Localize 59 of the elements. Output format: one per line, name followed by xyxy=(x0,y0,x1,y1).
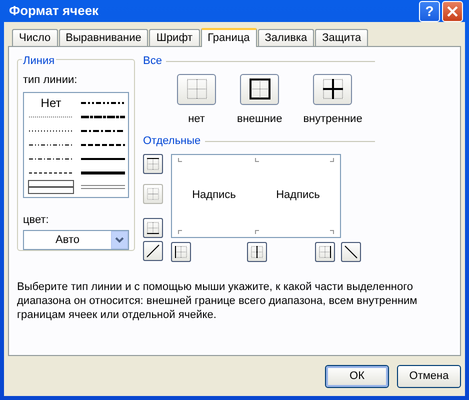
preview-text: Надпись xyxy=(192,188,236,204)
line-style-sample xyxy=(81,128,125,132)
border-toggle-button[interactable] xyxy=(143,154,163,174)
tab[interactable]: Защита xyxy=(315,29,368,46)
help-text: Выберите тип линии и с помощью мыши укажите, к какой части выделенного диапазона он относится: внешней границе всего диапазона, всем внутренним границам ячеек или отдельной ячейке. xyxy=(17,280,418,322)
border-toggle-button[interactable] xyxy=(341,242,361,262)
border-toggle-button[interactable] xyxy=(143,218,163,238)
border-line-icon xyxy=(146,156,160,170)
line-style-sample xyxy=(29,184,73,188)
line-style-sample xyxy=(81,114,125,118)
border-toggle-button[interactable] xyxy=(143,240,163,260)
dialog-button[interactable]: ОК xyxy=(325,365,389,388)
color-dropdown[interactable]: Авто xyxy=(23,230,129,250)
field-label: цвет: xyxy=(23,212,50,228)
help-button[interactable]: ? xyxy=(419,0,440,22)
line-style-sample xyxy=(29,128,73,132)
window-title: Формат ячеек xyxy=(9,2,100,20)
border-toggle-button[interactable] xyxy=(247,242,267,262)
section-title: Отдельные xyxy=(143,134,201,149)
grid-icon xyxy=(184,77,208,101)
tab[interactable]: Выравнивание xyxy=(58,29,148,46)
line-style-sample xyxy=(81,184,125,188)
border-line-icon xyxy=(318,244,332,258)
line-style-sample xyxy=(29,170,73,174)
close-button[interactable] xyxy=(442,0,463,22)
line-style-sample xyxy=(81,142,125,146)
line-style-sample xyxy=(81,170,125,174)
preview-text: Надпись xyxy=(276,188,320,204)
line-style-list[interactable]: Нет xyxy=(23,92,129,198)
tab[interactable]: Заливка xyxy=(258,29,314,46)
tab[interactable]: Шрифт xyxy=(149,29,200,46)
dialog-button[interactable]: Отмена xyxy=(397,365,461,388)
tab[interactable]: Число xyxy=(12,29,58,46)
line-style-sample xyxy=(29,156,73,160)
border-preset-button[interactable] xyxy=(240,74,280,104)
border-line-icon xyxy=(174,244,188,258)
chevron-down-icon xyxy=(115,237,124,243)
section-title: Все xyxy=(143,54,162,69)
button-label: внутренние xyxy=(303,112,362,126)
border-toggle-button[interactable] xyxy=(315,242,335,262)
border-line-icon xyxy=(250,244,264,258)
close-icon xyxy=(447,6,458,16)
line-style-sample xyxy=(29,142,73,146)
field-label: тип линии: xyxy=(23,73,78,88)
border-toggle-button[interactable] xyxy=(171,242,191,262)
button-label: внешние xyxy=(237,112,282,126)
grid-icon xyxy=(248,77,272,101)
border-line-icon xyxy=(146,220,160,234)
grid-icon xyxy=(320,77,345,101)
border-line-icon xyxy=(146,186,160,200)
diagonal-line-icon xyxy=(146,244,160,258)
diagonal-line-icon xyxy=(344,244,358,258)
tab[interactable]: Граница xyxy=(200,28,257,47)
line-style-option[interactable]: Нет xyxy=(40,94,62,112)
button-label: нет xyxy=(188,112,205,126)
line-style-sample xyxy=(81,100,125,104)
line-style-sample xyxy=(29,114,73,118)
line-style-sample xyxy=(81,156,125,160)
border-preset-button[interactable] xyxy=(313,74,352,104)
